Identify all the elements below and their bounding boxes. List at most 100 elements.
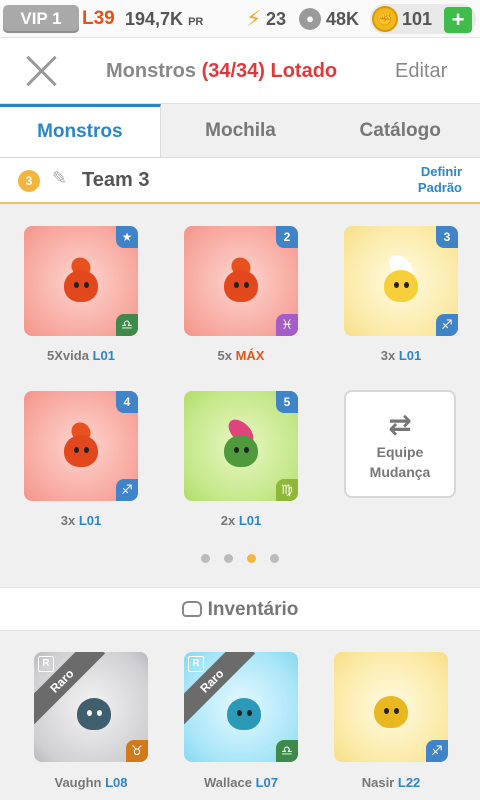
- inventory-monster-card[interactable]: R Raro ♉: [34, 652, 148, 762]
- inventory-monster-label: Nasir L22: [326, 775, 456, 790]
- inventory-grid: R Raro ♉ Vaughn L08 R Raro ♎ Wallace L07: [0, 631, 480, 800]
- monster-level: L01: [238, 513, 262, 528]
- tab-bar: Monstros Mochila Catálogo: [0, 104, 480, 158]
- monster-level: MÁX: [235, 348, 265, 363]
- yellow-cat-monster-icon: [371, 686, 411, 732]
- rarity-r-icon: R: [38, 656, 54, 672]
- monster-eye: [244, 447, 249, 453]
- page-dot[interactable]: [224, 554, 233, 563]
- power-rating: 194,7K PR: [125, 9, 203, 30]
- monster-level: L01: [78, 513, 102, 528]
- monster-body: [64, 435, 98, 467]
- monster-level: L08: [105, 775, 128, 790]
- team-monster-card[interactable]: 2 ♓: [184, 226, 298, 336]
- page-dot[interactable]: [201, 554, 210, 563]
- monster-body: [384, 270, 418, 302]
- page-indicator: [0, 550, 480, 568]
- monster-eye: [87, 710, 92, 716]
- libra-icon: ♎: [276, 740, 298, 762]
- monster-name: Wallace: [204, 775, 252, 790]
- monster-eye: [237, 710, 242, 716]
- vip-badge[interactable]: VIP 1: [3, 5, 79, 33]
- set-default-line1: Definir: [420, 164, 462, 179]
- slot-number-badge: 4: [116, 391, 138, 413]
- monster-eye: [234, 447, 239, 453]
- inventory-title: Inventário: [181, 599, 299, 620]
- inventory-monster-card[interactable]: R Raro ♎: [184, 652, 298, 762]
- swap-arrows-icon: ⇄: [388, 409, 412, 440]
- monster-count: 5x: [217, 348, 232, 363]
- close-icon[interactable]: [24, 54, 58, 88]
- energy-icon: ⚡: [246, 6, 262, 31]
- pisces-icon: ♓: [276, 314, 298, 336]
- sagittarius-icon: ♐: [426, 740, 448, 762]
- sagittarius-icon: ♐: [116, 479, 138, 501]
- slot-number-badge: 5: [276, 391, 298, 413]
- sloth-monster-icon: [74, 688, 114, 734]
- pencil-icon[interactable]: ✎: [52, 168, 67, 189]
- monster-level: L01: [398, 348, 422, 363]
- monster-eye: [384, 708, 389, 714]
- team-monster-label: 2x L01: [176, 513, 306, 528]
- monster-name: Nasir: [361, 775, 395, 790]
- inventory-monster-label: Vaughn L08: [26, 775, 156, 790]
- tab-mochila[interactable]: Mochila: [161, 104, 321, 157]
- team-name[interactable]: Team 3: [82, 169, 149, 192]
- swap-label-line1: Equipe: [376, 444, 424, 460]
- power-rating-unit: PR: [188, 16, 204, 28]
- team-monster-card[interactable]: 5 ♍: [184, 391, 298, 501]
- inventory-monster-label: Wallace L07: [176, 775, 306, 790]
- monster-name: Vaughn: [54, 775, 102, 790]
- team-monster-label: 3x L01: [16, 513, 146, 528]
- tab-catalogo[interactable]: Catálogo: [320, 104, 480, 157]
- team-number-badge: 3: [18, 170, 40, 192]
- title-bar: Monstros (34/34) Lotado Editar: [0, 38, 480, 104]
- monster-body: [374, 696, 408, 728]
- capacity-status: (34/34) Lotado: [201, 60, 338, 82]
- team-monster-card[interactable]: ★ ♎: [24, 226, 138, 336]
- edit-button[interactable]: Editar: [395, 60, 447, 83]
- monster-count: 5Xvida: [47, 348, 89, 363]
- taurus-icon: ♉: [126, 740, 148, 762]
- yellow-bird-monster-icon: [381, 250, 421, 306]
- monster-eye: [394, 282, 399, 288]
- monster-eye: [84, 282, 89, 288]
- inventory-title-text: Inventário: [207, 599, 299, 620]
- monster-level: L01: [92, 348, 115, 363]
- energy-count: 23: [266, 9, 287, 29]
- status-bar: VIP 1 L39 194,7K PR ⚡ 23 ● 48K ✊ 101 +: [0, 0, 480, 38]
- flower-monster-icon: [221, 415, 261, 471]
- team-header: 3 ✎ Team 3 Definir Padrão: [0, 158, 480, 204]
- sagittarius-icon: ♐: [436, 314, 458, 336]
- monster-count: 3x: [380, 348, 396, 363]
- tab-monstros[interactable]: Monstros: [0, 104, 161, 157]
- paw-food-icon: ●: [299, 8, 321, 30]
- team-monster-label: 5x MÁX: [176, 348, 306, 363]
- monster-body: [227, 698, 261, 730]
- set-default-button[interactable]: Definir Padrão: [418, 164, 462, 196]
- team-monster-label: 3x L01: [336, 348, 466, 363]
- inventory-header: Inventário: [0, 587, 480, 631]
- monster-level: L07: [255, 775, 278, 790]
- libra-icon: ♎: [116, 314, 138, 336]
- monster-level: L22: [397, 775, 421, 790]
- team-monster-card[interactable]: 4 ♐: [24, 391, 138, 501]
- team-monster-label: 5Xvida L01: [16, 348, 146, 363]
- inventory-monster-card[interactable]: ♐: [334, 652, 448, 762]
- swap-team-button[interactable]: ⇄ Equipe Mudança: [344, 390, 456, 498]
- monster-eye: [84, 447, 89, 453]
- monster-eye: [247, 710, 252, 716]
- player-level: L39: [82, 8, 115, 29]
- fire-monster-icon: [221, 253, 261, 306]
- page-dot-active[interactable]: [247, 554, 256, 563]
- add-coins-button[interactable]: +: [444, 7, 472, 33]
- rarity-r-icon: R: [188, 656, 204, 672]
- monster-body: [224, 270, 258, 302]
- food-count: 48K: [326, 9, 360, 29]
- title-prefix: Monstros: [106, 60, 196, 82]
- water-monster-icon: [224, 688, 264, 734]
- team-monster-card[interactable]: 3 ♐: [344, 226, 458, 336]
- set-default-line2: Padrão: [417, 180, 462, 195]
- page-dot[interactable]: [270, 554, 279, 563]
- monster-eye: [234, 282, 239, 288]
